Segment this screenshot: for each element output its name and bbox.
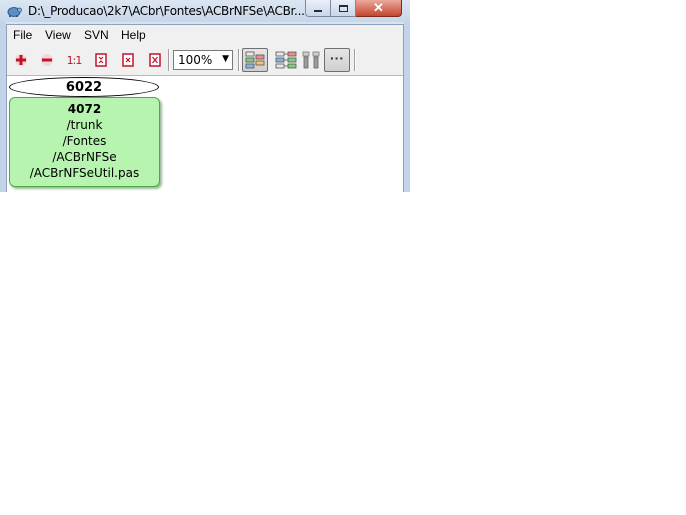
menu-file[interactable]: File xyxy=(13,28,32,42)
zoom-actual-size-label: 1:1 xyxy=(66,53,83,67)
tree-layout-icon xyxy=(275,51,297,69)
fold-tags-icon xyxy=(302,51,320,69)
path-segment: /ACBrNFSe xyxy=(52,150,117,164)
window-frame-right xyxy=(404,22,410,192)
head-revision-node[interactable]: 6022 xyxy=(9,77,159,97)
fit-width-icon xyxy=(95,53,107,67)
menu-svn-label: SVN xyxy=(84,28,109,42)
maximize-button[interactable] xyxy=(331,0,356,17)
minimize-icon xyxy=(314,9,322,12)
zoom-in-button[interactable] xyxy=(10,49,32,71)
tree-layout-button[interactable] xyxy=(273,49,299,71)
zoom-level-select[interactable]: 100% ▼ xyxy=(173,50,233,70)
path-segment: /Fontes xyxy=(62,134,107,148)
fold-tags-button[interactable] xyxy=(299,49,325,71)
zoom-out-icon xyxy=(41,54,53,66)
dropdown-arrow-icon: ▼ xyxy=(222,54,229,64)
toolbar: 1:1 100% ▼ ··· xyxy=(7,45,403,76)
fit-all-button[interactable] xyxy=(144,49,166,71)
revision-graph-canvas[interactable]: 6022 4072 /trunk /Fontes /ACBrNFSe /ACBr… xyxy=(7,76,403,192)
close-icon: ✕ xyxy=(373,0,384,15)
revision-number: 4072 xyxy=(67,102,102,116)
maximize-icon xyxy=(338,4,348,12)
ellipsis-icon: ··· xyxy=(330,50,344,66)
toolbar-separator xyxy=(168,49,170,71)
menu-file-label: File xyxy=(13,28,33,42)
tortoise-app-icon xyxy=(7,7,22,17)
path-segment: /trunk xyxy=(66,118,103,132)
fit-width-button[interactable] xyxy=(90,49,112,71)
client-area: File View SVN Help 1:1 100% ▼ ··· 6022 4… xyxy=(6,24,404,192)
group-branches-icon xyxy=(245,51,265,69)
fit-all-icon xyxy=(149,53,161,67)
window-title: D:\_Producao\2k7\ACbr\Fontes\ACBrNFSe\AC… xyxy=(28,4,305,18)
revision-graph-window: D:\_Producao\2k7\ACbr\Fontes\ACBrNFSe\AC… xyxy=(0,0,410,192)
head-revision-number: 6022 xyxy=(65,79,103,95)
menu-view-label: View xyxy=(45,28,71,42)
menu-help[interactable]: Help xyxy=(121,28,146,42)
revision-node[interactable]: 4072 /trunk /Fontes /ACBrNFSe /ACBrNFSeU… xyxy=(9,97,160,187)
show-overview-toggle[interactable]: ··· xyxy=(324,48,350,72)
title-bar[interactable]: D:\_Producao\2k7\ACbr\Fontes\ACBrNFSe\AC… xyxy=(0,0,410,22)
menu-help-label: Help xyxy=(121,28,146,42)
menu-view[interactable]: View xyxy=(45,28,71,42)
path-segment: /ACBrNFSeUtil.pas xyxy=(29,166,140,180)
zoom-actual-size-button[interactable]: 1:1 xyxy=(63,49,85,71)
fit-height-button[interactable] xyxy=(117,49,139,71)
zoom-in-icon xyxy=(15,54,27,66)
menu-bar: File View SVN Help xyxy=(7,25,403,44)
minimize-button[interactable] xyxy=(305,0,331,17)
toolbar-separator xyxy=(354,49,356,71)
fit-height-icon xyxy=(122,53,134,67)
zoom-out-button[interactable] xyxy=(36,49,58,71)
zoom-level-value: 100% xyxy=(178,53,213,67)
menu-svn[interactable]: SVN xyxy=(84,28,109,42)
close-button[interactable]: ✕ xyxy=(356,0,402,17)
toolbar-separator xyxy=(238,49,240,71)
group-branches-toggle[interactable] xyxy=(242,48,268,72)
